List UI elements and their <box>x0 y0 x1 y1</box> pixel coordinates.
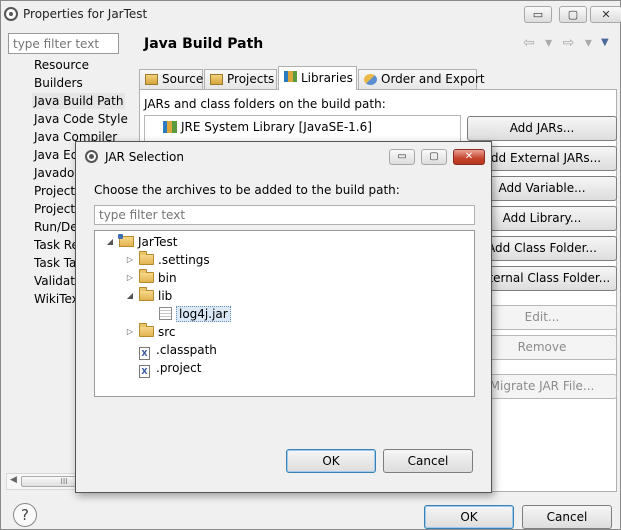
dialog-minimize-button[interactable]: ▭ <box>389 149 415 165</box>
history-arrows-icon[interactable]: ⇦ ▾ ⇨ ▾ <box>523 35 595 51</box>
xml-file-icon: X <box>139 347 150 360</box>
maximize-button[interactable]: ▢ <box>559 6 587 23</box>
tree-node-label: lib <box>158 289 173 303</box>
tree-node-label: .project <box>156 361 202 375</box>
tab-order-and-export[interactable]: Order and Export <box>358 69 485 90</box>
folder-icon <box>139 323 154 337</box>
help-icon[interactable]: ? <box>13 503 37 527</box>
filter-input[interactable] <box>8 33 119 54</box>
dialog-cancel-button[interactable]: Cancel <box>383 449 473 473</box>
dialog-message: Choose the archives to be added to the b… <box>94 183 400 197</box>
tab-label: Source <box>162 72 204 86</box>
cancel-button[interactable]: Cancel <box>522 505 612 529</box>
nav-item[interactable]: Builders <box>32 75 85 91</box>
jar-file-icon <box>159 307 172 320</box>
source-tab-icon <box>145 74 158 85</box>
tree-node-label: JarTest <box>138 235 178 249</box>
library-icon <box>163 121 177 133</box>
tab-label: Order and Export <box>381 72 485 86</box>
tree-node-label: log4j.jar <box>176 306 231 322</box>
xml-file-icon: X <box>139 365 150 378</box>
eclipse-icon <box>85 150 98 163</box>
project-icon <box>118 234 134 247</box>
tab-libraries[interactable]: Libraries <box>278 66 357 90</box>
dialog-filter-input[interactable] <box>94 205 475 225</box>
tab-label: Libraries <box>301 71 353 85</box>
folder-icon <box>139 287 154 301</box>
tree-node-label: bin <box>158 271 177 285</box>
projects-tab-icon <box>210 74 223 85</box>
dialog-maximize-button[interactable]: ▢ <box>421 149 447 165</box>
tree-node-label: .settings <box>158 253 210 267</box>
dialog-ok-button[interactable]: OK <box>286 449 376 473</box>
tab-label: Projects <box>227 72 275 86</box>
window-title: Properties for JarTest <box>23 7 148 21</box>
dialog-titlebar[interactable]: JAR Selection ▭ ▢ ✕ <box>76 142 491 169</box>
close-button[interactable]: ✕ <box>590 6 621 23</box>
folder-icon <box>139 269 154 283</box>
nav-item[interactable]: Java Build Path <box>32 93 126 109</box>
nav-item[interactable]: Java Code Style <box>32 111 130 127</box>
expand-twisty-icon[interactable]: ▷ <box>125 324 135 340</box>
eclipse-icon <box>4 7 18 21</box>
workspace-tree[interactable]: ◢ JarTest ▷ .settings ▷ bin ◢ lib log4j.jar ▷ src X… <box>94 230 475 397</box>
jar-selection-dialog: JAR Selection ▭ ▢ ✕ Choose the archives … <box>75 141 492 493</box>
nav-item[interactable]: Resource <box>32 57 91 73</box>
window-titlebar[interactable]: Properties for JarTest ▭ ▢ ✕ <box>1 1 621 28</box>
ok-button[interactable]: OK <box>424 505 514 529</box>
dialog-close-button[interactable]: ✕ <box>453 149 485 165</box>
folder-icon <box>139 251 154 265</box>
scroll-left-icon[interactable]: ◀ <box>10 475 17 485</box>
library-label: JRE System Library [JavaSE-1.6] <box>181 120 372 134</box>
tree-node-label: src <box>158 325 176 339</box>
build-path-label: JARs and class folders on the build path… <box>144 97 386 111</box>
collapse-twisty-icon[interactable]: ◢ <box>125 288 135 304</box>
view-menu-icon[interactable]: ▼ <box>601 37 609 48</box>
tab-projects[interactable]: Projects <box>204 69 277 90</box>
side-button[interactable]: Add JARs... <box>467 116 617 141</box>
page-title: Java Build Path <box>144 36 264 52</box>
dialog-title: JAR Selection <box>105 150 184 164</box>
tab-source[interactable]: Source <box>139 69 203 90</box>
libraries-tab-icon <box>284 71 297 82</box>
minimize-button[interactable]: ▭ <box>524 6 552 23</box>
tree-node-label: .classpath <box>156 343 217 357</box>
order-and-export-tab-icon <box>364 74 377 85</box>
collapse-twisty-icon[interactable]: ◢ <box>105 234 115 250</box>
expand-twisty-icon[interactable]: ▷ <box>125 270 135 286</box>
tree-item-jre[interactable]: JRE System Library [JavaSE-1.6] <box>163 120 372 134</box>
expand-twisty-icon[interactable]: ▷ <box>125 252 135 268</box>
